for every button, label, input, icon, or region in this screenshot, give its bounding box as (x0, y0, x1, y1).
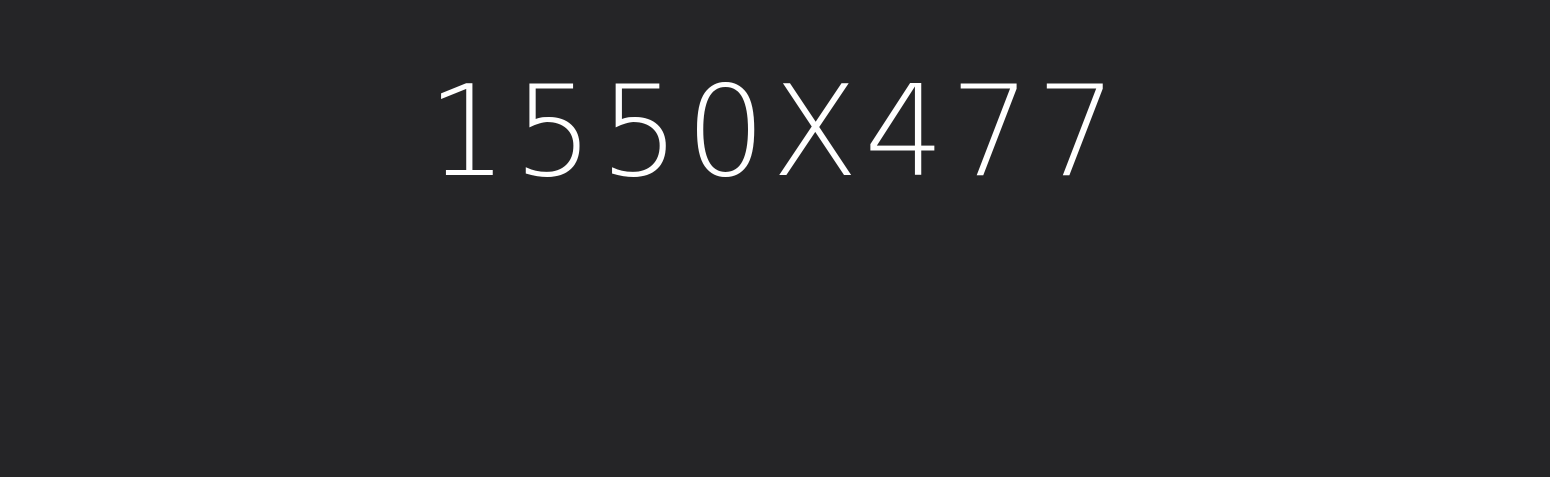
placeholder-canvas: 1550X477 (0, 0, 1550, 477)
dimension-label: 1550X477 (427, 58, 1123, 205)
